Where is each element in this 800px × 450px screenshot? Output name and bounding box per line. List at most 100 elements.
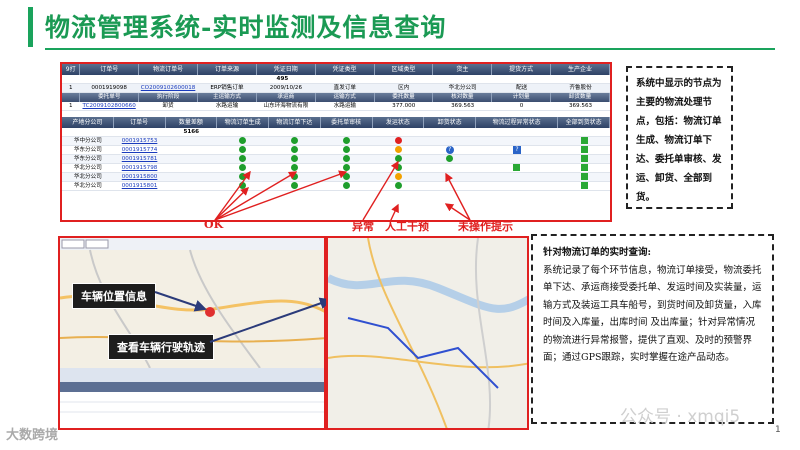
status-cell: [424, 182, 476, 190]
status-square-icon: [580, 155, 588, 162]
status-cell: [558, 155, 610, 163]
status-order-link[interactable]: 0001915774: [114, 146, 166, 154]
col-mode[interactable]: 运输方式: [316, 93, 375, 102]
status-row[interactable]: 华中分公司 0001915753: [62, 137, 610, 146]
col-abnormal[interactable]: 物流过程异常状态: [476, 117, 559, 128]
page-title: 物流管理系统-实时监测及信息查询: [45, 13, 447, 42]
status-cell: [424, 137, 476, 145]
status-square-icon: [580, 173, 588, 180]
status-dot-icon: [239, 146, 247, 153]
order-region: 区内: [398, 85, 410, 91]
col-commission-no[interactable]: 委托单号: [80, 93, 140, 102]
status-order-link[interactable]: 0001915781: [114, 155, 166, 163]
status-cell: [321, 146, 373, 154]
col-unloaded[interactable]: 卸货状态: [424, 117, 476, 128]
status-order-link[interactable]: 0001915801: [114, 182, 166, 190]
status-order-link[interactable]: 0001915753: [114, 137, 166, 145]
vehicle-map-panel: [58, 236, 326, 430]
col-type[interactable]: 凭证类型: [316, 64, 375, 75]
title-accent-bar: [28, 7, 33, 47]
status-cell: [558, 146, 610, 154]
watermark: 公众号 · xmqi5: [620, 407, 741, 427]
col-source[interactable]: 订单来源: [198, 64, 257, 75]
status-cell: [372, 164, 424, 172]
status-cell: [476, 173, 559, 181]
commission-unload: 369.563: [568, 103, 593, 109]
col-main-mode[interactable]: 主运输方式: [198, 93, 257, 102]
col-qty[interactable]: 委托数量: [375, 93, 434, 102]
node-description-box: 系统中显示的节点为主要的物流处理节点，包括：物流订单生成、物流订单下达、委托单审…: [626, 66, 733, 209]
commission-carrier: 山东环海物流有限: [263, 103, 309, 109]
status-dot-icon: [291, 173, 299, 180]
status-cell: [269, 137, 321, 145]
status-row[interactable]: 华东分公司 0001915774??: [62, 146, 610, 155]
toolbar-left[interactable]: 9打: [62, 64, 81, 75]
status-square-icon: [580, 182, 588, 189]
order-no: 0001919098: [91, 85, 127, 91]
status-dot-icon: [291, 146, 299, 153]
status-order-link[interactable]: 0001915798: [114, 164, 166, 172]
col-shipped[interactable]: 发运状态: [373, 117, 425, 128]
col-region[interactable]: 区域类型: [375, 64, 434, 75]
col-maker[interactable]: 生产企业: [551, 64, 610, 75]
order-type: 直发订单: [333, 85, 357, 91]
status-dot-icon: [342, 164, 350, 171]
track-map-canvas: [328, 238, 527, 428]
gps-track-map: [326, 236, 529, 430]
col-logistics-no[interactable]: 物流订单号: [139, 64, 199, 75]
commission-row[interactable]: 1 TC2009102800660 卸货 水路运输 山东环海物流有限 水路运输 …: [62, 102, 610, 111]
status-row[interactable]: 华北分公司 0001915798: [62, 164, 610, 173]
col-issued[interactable]: 物流订单下达: [269, 117, 321, 128]
label-ok: OK: [204, 218, 224, 231]
logistics-no-link[interactable]: CO2009102600018: [139, 84, 198, 92]
label-manual: 人工干预: [385, 220, 429, 233]
status-square-icon: [580, 164, 588, 171]
status-diff: [165, 173, 217, 181]
status-header-row: 产地分公司 订单号 数量差额 物流订单生成 物流订单下达 委托单审核 发运状态 …: [62, 117, 610, 128]
col-date[interactable]: 凭证日期: [257, 64, 316, 75]
status-row[interactable]: 华北分公司 0001915801: [62, 182, 610, 191]
row-index: 1: [69, 85, 73, 91]
status-square-icon: [513, 164, 521, 171]
status-cell: [372, 182, 424, 190]
status-order-link[interactable]: 0001915800: [114, 173, 166, 181]
status-cell: [476, 182, 559, 190]
status-square-icon: [580, 146, 588, 153]
order-maker: 齐鲁股份: [569, 85, 592, 91]
col-unload[interactable]: 卸货数量: [551, 93, 610, 102]
col-diff[interactable]: 数量差额: [166, 117, 218, 128]
col-pickup[interactable]: 提货方式: [492, 64, 552, 75]
col-stage[interactable]: 执行阶段: [139, 93, 199, 102]
commission-no-link[interactable]: TC2009102800660: [80, 102, 139, 110]
status-cell: [372, 155, 424, 163]
col-arrived[interactable]: 全部到货状态: [558, 117, 610, 128]
status-cell: [558, 164, 610, 172]
status-dot-icon: [239, 182, 247, 189]
col-owner[interactable]: 货主: [433, 64, 493, 75]
status-cell: [217, 164, 269, 172]
status-row[interactable]: 华东分公司 0001915781: [62, 155, 610, 164]
status-dot-icon: [291, 164, 299, 171]
status-cell: ?: [476, 146, 559, 154]
col-checked[interactable]: 核对数量: [433, 93, 493, 102]
col-carrier[interactable]: 承运商: [257, 93, 316, 102]
col-plan[interactable]: 计划量: [492, 93, 552, 102]
col-generated[interactable]: 物流订单生成: [217, 117, 269, 128]
col-order-no[interactable]: 订单号: [80, 64, 140, 75]
col-reviewed[interactable]: 委托单审核: [321, 117, 373, 128]
realtime-query-box: 针对物流订单的实时查询: 系统记录了每个环节信息，物流订单接受，物流委托单下达、…: [531, 234, 774, 424]
col-status-order[interactable]: 订单号: [114, 117, 166, 128]
status-cell: [476, 155, 559, 163]
col-branch[interactable]: 产地分公司: [62, 117, 114, 128]
status-branch: 华北分公司: [73, 165, 102, 171]
order-row[interactable]: 1 0001919098 CO2009102600018 ERP销售订单 200…: [62, 84, 610, 93]
status-dot-icon: [446, 155, 454, 162]
status-row[interactable]: 华北分公司 0001915800: [62, 173, 610, 182]
status-cell: [321, 164, 373, 172]
status-dot-icon: [342, 137, 350, 144]
status-dot-icon: [342, 146, 350, 153]
commission-plan: 0: [519, 103, 524, 109]
status-diff: [165, 137, 217, 145]
status-cell: [217, 137, 269, 145]
status-cell: [269, 146, 321, 154]
